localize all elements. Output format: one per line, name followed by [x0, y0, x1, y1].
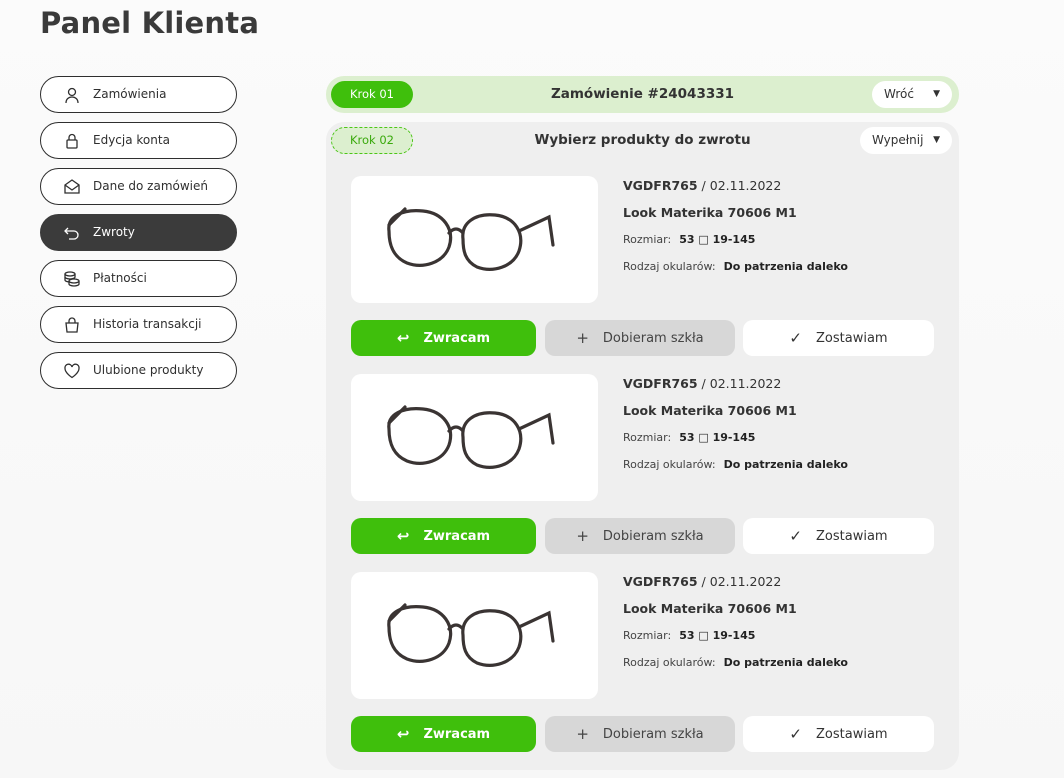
step-2-badge: Krok 02	[331, 127, 413, 154]
check-icon: ✓	[789, 526, 802, 545]
return-arrow-icon: ↩	[396, 328, 410, 347]
size-value: 53 □ 19-145	[679, 629, 756, 642]
choose-lenses-button[interactable]: + Dobieram szkła	[545, 518, 735, 554]
return-button-label: Zwracam	[423, 726, 491, 742]
type-label: Rodzaj okularów:	[623, 260, 716, 273]
glasses-image	[387, 405, 555, 469]
plus-icon: +	[576, 526, 589, 545]
sidebar-item-returns[interactable]: Zwroty	[40, 214, 237, 251]
back-dropdown[interactable]: Wróć ▼	[872, 81, 952, 108]
type-value: Do patrzenia daleko	[723, 656, 848, 669]
sidebar-item-order-data[interactable]: Dane do zamówień	[40, 168, 237, 205]
step-2-header: Wybierz produkty do zwrotu Krok 02 Wypeł…	[326, 122, 959, 159]
keep-button[interactable]: ✓ Zostawiam	[743, 716, 934, 752]
product-card: VGDFR765 / 02.11.2022 Look Materika 7060…	[351, 572, 934, 752]
coins-icon	[64, 271, 80, 287]
envelope-icon	[64, 179, 80, 194]
return-arrow-icon: ↩	[396, 724, 410, 743]
sidebar-item-account[interactable]: Edycja konta	[40, 122, 237, 159]
sidebar-item-favorites[interactable]: Ulubione produkty	[40, 352, 237, 389]
page-title: Panel Klienta	[40, 6, 260, 40]
choose-lenses-button[interactable]: + Dobieram szkła	[545, 320, 735, 356]
product-image	[351, 572, 598, 699]
back-dropdown-label: Wróć	[884, 87, 914, 101]
return-arrow-icon: ↩	[396, 526, 410, 545]
product-name: Look Materika 70606 M1	[623, 205, 797, 220]
caret-down-icon: ▼	[933, 135, 940, 145]
type-label: Rodzaj okularów:	[623, 656, 716, 669]
size-label: Rozmiar:	[623, 431, 672, 444]
fill-dropdown[interactable]: Wypełnij ▼	[860, 127, 952, 154]
product-card: VGDFR765 / 02.11.2022 Look Materika 7060…	[351, 176, 934, 356]
keep-button[interactable]: ✓ Zostawiam	[743, 320, 934, 356]
type-value: Do patrzenia daleko	[723, 260, 848, 273]
step-1-badge: Krok 01	[331, 81, 413, 108]
size-label: Rozmiar:	[623, 629, 672, 642]
return-button[interactable]: ↩ Zwracam	[351, 716, 536, 752]
return-button-label: Zwracam	[423, 528, 491, 544]
choose-lenses-label: Dobieram szkła	[602, 528, 704, 544]
sidebar-item-label: Zamówienia	[93, 87, 167, 101]
keep-button-label: Zostawiam	[816, 330, 888, 346]
type-value: Do patrzenia daleko	[723, 458, 848, 471]
product-image	[351, 176, 598, 303]
product-code: VGDFR765	[623, 178, 698, 193]
sidebar-item-label: Historia transakcji	[93, 317, 202, 331]
size-value: 53 □ 19-145	[679, 233, 756, 246]
order-title: Zamówienie #24043331	[550, 86, 735, 102]
product-code: VGDFR765	[623, 574, 698, 589]
user-icon	[65, 87, 79, 104]
glasses-image	[387, 207, 555, 271]
sidebar-item-history[interactable]: Historia transakcji	[40, 306, 237, 343]
fill-dropdown-label: Wypełnij	[872, 133, 924, 147]
check-icon: ✓	[789, 328, 802, 347]
step-1-panel: Zamówienie #24043331 Krok 01 Wróć ▼	[326, 76, 959, 113]
keep-button-label: Zostawiam	[816, 726, 888, 742]
check-icon: ✓	[789, 724, 802, 743]
return-arrow-icon	[64, 227, 79, 240]
sidebar-item-label: Ulubione produkty	[93, 363, 204, 377]
choose-lenses-label: Dobieram szkła	[602, 726, 704, 742]
heart-icon	[64, 363, 80, 379]
size-value: 53 □ 19-145	[679, 431, 756, 444]
product-code: VGDFR765	[623, 376, 698, 391]
sidebar-item-label: Zwroty	[93, 225, 135, 239]
product-date: / 02.11.2022	[697, 574, 782, 589]
return-button[interactable]: ↩ Zwracam	[351, 518, 536, 554]
product-card: VGDFR765 / 02.11.2022 Look Materika 7060…	[351, 374, 934, 554]
plus-icon: +	[576, 328, 589, 347]
choose-lenses-button[interactable]: + Dobieram szkła	[545, 716, 735, 752]
keep-button-label: Zostawiam	[816, 528, 888, 544]
keep-button[interactable]: ✓ Zostawiam	[743, 518, 934, 554]
sidebar-item-label: Dane do zamówień	[93, 179, 208, 193]
product-date: / 02.11.2022	[697, 178, 782, 193]
product-name: Look Materika 70606 M1	[623, 601, 797, 616]
glasses-image	[387, 603, 555, 667]
product-date: / 02.11.2022	[697, 376, 782, 391]
size-label: Rozmiar:	[623, 233, 672, 246]
step-2-panel: Wybierz produkty do zwrotu Krok 02 Wypeł…	[326, 122, 959, 770]
sidebar: Zamówienia Edycja konta Dane do zamówień…	[40, 76, 237, 398]
caret-down-icon: ▼	[933, 89, 940, 99]
shopping-bag-icon	[65, 317, 79, 333]
return-button-label: Zwracam	[423, 330, 491, 346]
plus-icon: +	[576, 724, 589, 743]
type-label: Rodzaj okularów:	[623, 458, 716, 471]
sidebar-item-label: Płatności	[93, 271, 147, 285]
sidebar-item-label: Edycja konta	[93, 133, 170, 147]
sidebar-item-payments[interactable]: Płatności	[40, 260, 237, 297]
choose-lenses-label: Dobieram szkła	[602, 330, 704, 346]
lock-icon	[66, 133, 78, 149]
product-image	[351, 374, 598, 501]
product-name: Look Materika 70606 M1	[623, 403, 797, 418]
sidebar-item-orders[interactable]: Zamówienia	[40, 76, 237, 113]
return-button[interactable]: ↩ Zwracam	[351, 320, 536, 356]
